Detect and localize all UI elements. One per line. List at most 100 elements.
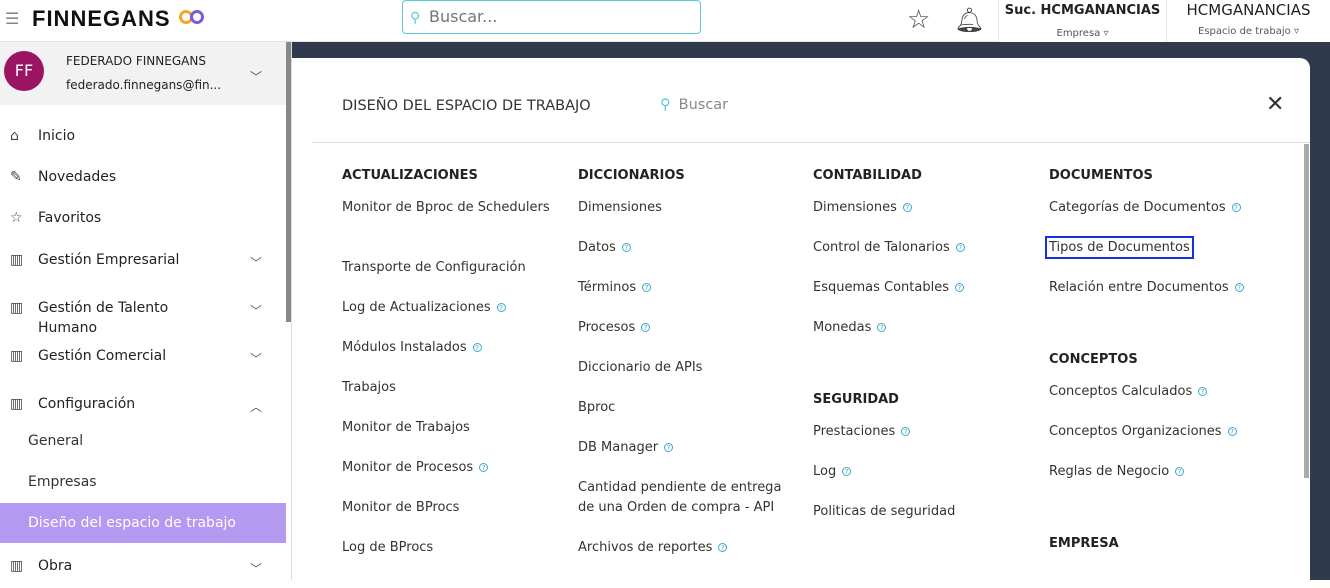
help-icon[interactable]: ? — [642, 283, 652, 292]
menu-item-categorias-de-documentos[interactable]: Categorías de Documentos? — [1049, 198, 1264, 218]
menu-icon[interactable]: ☰ — [5, 9, 19, 28]
sidebar-item-favoritos[interactable]: ☆ Favoritos — [0, 210, 286, 244]
menu-item-bproc[interactable]: Bproc — [578, 398, 793, 418]
sidebar-item-label: Gestión Comercial — [38, 348, 167, 364]
building-icon: ▥ — [10, 396, 24, 412]
search-input[interactable] — [429, 7, 689, 26]
menu-item-tipos-de-documentos[interactable]: Tipos de Documentos — [1045, 236, 1264, 259]
menu-item-archivos-de-reportes[interactable]: Archivos de reportes? — [578, 538, 793, 558]
menu-item-dimensiones[interactable]: Dimensiones — [578, 198, 793, 218]
menu-item-label: Politicas de seguridad — [813, 504, 956, 519]
sidebar-item-novedades[interactable]: ✎ Novedades — [0, 169, 286, 203]
help-icon[interactable]: ? — [641, 323, 651, 332]
building-icon: ▥ — [10, 300, 24, 316]
sidebar-subitem-empresas[interactable]: Empresas — [0, 462, 286, 502]
help-icon[interactable]: ? — [955, 243, 965, 252]
sidebar-item-inicio[interactable]: ⌂ Inicio — [0, 128, 286, 162]
help-icon[interactable]: ? — [1175, 467, 1185, 476]
menu-item-label: Términos — [578, 280, 637, 295]
menu-item-dimensiones[interactable]: Dimensiones? — [813, 198, 1028, 218]
sidebar-item-gestion-de-talento-humano[interactable]: ▥ Gestión de Talento Humano ﹀ — [0, 300, 286, 336]
menu-item-politicas-de-seguridad[interactable]: Politicas de seguridad — [813, 502, 1028, 522]
help-icon[interactable]: ? — [954, 283, 964, 292]
company-label: Empresa ▿ — [1056, 28, 1109, 39]
chevron-down-icon[interactable]: ﹀ — [250, 560, 262, 577]
sidebar-scrollbar[interactable] — [286, 42, 291, 322]
menu-item-label: Monitor de Bproc de Schedulers — [342, 200, 550, 215]
user-card[interactable]: FF FEDERADO FINNEGANS federado.finnegans… — [0, 42, 286, 105]
menu-item-reglas-de-negocio[interactable]: Reglas de Negocio? — [1049, 462, 1264, 482]
menu-item-transporte-de-configuracion[interactable]: Transporte de Configuración — [342, 258, 557, 278]
chevron-down-icon[interactable]: ﹀ — [250, 350, 262, 367]
help-icon[interactable]: ? — [718, 543, 728, 552]
menu-item-control-de-talonarios[interactable]: Control de Talonarios? — [813, 238, 1028, 258]
help-icon[interactable]: ? — [664, 443, 674, 452]
menu-item-label: Reglas de Negocio — [1049, 464, 1170, 479]
building-icon: ▥ — [10, 558, 24, 574]
help-icon[interactable]: ? — [496, 303, 506, 312]
menu-item-conceptos-calculados[interactable]: Conceptos Calculados? — [1049, 382, 1264, 402]
menu-item-monedas[interactable]: Monedas? — [813, 318, 1028, 338]
help-icon[interactable]: ? — [1231, 203, 1241, 212]
close-button[interactable]: ✕ — [1266, 92, 1284, 117]
panel-scrollbar[interactable] — [1304, 144, 1309, 478]
menu-item-datos[interactable]: Datos? — [578, 238, 793, 258]
help-icon[interactable]: ? — [842, 467, 852, 476]
menu-item-log-de-actualizaciones[interactable]: Log de Actualizaciones? — [342, 298, 557, 318]
menu-item-conceptos-organizaciones[interactable]: Conceptos Organizaciones? — [1049, 422, 1264, 442]
menu-item-procesos[interactable]: Procesos? — [578, 318, 793, 338]
menu-item-cantidad-pendiente-de-entrega-de-una-orden-de-compra-api[interactable]: Cantidad pendiente de entrega de una Ord… — [578, 478, 793, 518]
help-icon[interactable]: ? — [902, 203, 912, 212]
menu-item-monitor-de-bprocs[interactable]: Monitor de BProcs — [342, 498, 557, 518]
help-icon[interactable]: ? — [479, 463, 489, 472]
menu-item-monitor-de-bproc-de-schedulers[interactable]: Monitor de Bproc de Schedulers — [342, 198, 557, 218]
sidebar-item-gestion-empresarial[interactable]: ▥ Gestión Empresarial ﹀ — [0, 252, 286, 286]
sidebar-subitem-general[interactable]: General — [0, 421, 286, 461]
company-selector[interactable]: Suc. HCMGANANCIAS Empresa ▿ — [998, 0, 1166, 42]
global-search[interactable]: ⚲ — [402, 0, 701, 34]
main-area: DISEÑO DEL ESPACIO DE TRABAJO ⚲ Buscar ✕ … — [292, 42, 1330, 588]
group-title-empresa: EMPRESA — [1049, 536, 1119, 551]
search-icon: ⚲ — [410, 10, 421, 26]
chevron-up-icon[interactable]: ︿ — [250, 398, 262, 415]
panel-search-placeholder: Buscar — [678, 97, 729, 113]
menu-item-prestaciones[interactable]: Prestaciones? — [813, 422, 1028, 442]
menu-item-label: Categorías de Documentos — [1049, 200, 1226, 215]
menu-item-terminos[interactable]: Términos? — [578, 278, 793, 298]
menu-item-modulos-instalados[interactable]: Módulos Instalados? — [342, 338, 557, 358]
bell-icon[interactable]: 🔔︎ — [954, 3, 984, 37]
menu-item-diccionario-de-apis[interactable]: Diccionario de APIs — [578, 358, 793, 378]
menu-item-label: Conceptos Calculados — [1049, 384, 1193, 399]
sidebar-subitem-diseno-del-espacio-de-trabajo[interactable]: Diseño del espacio de trabajo — [0, 503, 286, 543]
menu-item-log-de-bprocs[interactable]: Log de BProcs — [342, 538, 557, 558]
help-icon[interactable]: ? — [1198, 387, 1208, 396]
chevron-down-icon[interactable]: ﹀ — [250, 68, 262, 85]
menu-item-esquemas-contables[interactable]: Esquemas Contables? — [813, 278, 1028, 298]
menu-item-label: Procesos — [578, 320, 636, 335]
menu-item-label: Bproc — [578, 400, 616, 415]
menu-item-trabajos[interactable]: Trabajos — [342, 378, 557, 398]
help-icon[interactable]: ? — [1234, 283, 1244, 292]
group-title-diccionarios: DICCIONARIOS — [578, 168, 685, 183]
menu-item-monitor-de-trabajos[interactable]: Monitor de Trabajos — [342, 418, 557, 438]
help-icon[interactable]: ? — [621, 243, 631, 252]
logo[interactable]: FINNEGANS — [32, 6, 171, 32]
menu-item-relacion-entre-documentos[interactable]: Relación entre Documentos? — [1049, 278, 1264, 298]
menu-item-db-manager[interactable]: DB Manager? — [578, 438, 793, 458]
help-icon[interactable]: ? — [472, 343, 482, 352]
panel-search[interactable]: ⚲ Buscar — [660, 97, 736, 113]
menu-item-label: Diccionario de APIs — [578, 360, 703, 375]
workspace-label: Espacio de trabajo ▿ — [1198, 26, 1299, 37]
menu-item-monitor-de-procesos[interactable]: Monitor de Procesos? — [342, 458, 557, 478]
sidebar: FF FEDERADO FINNEGANS federado.finnegans… — [0, 42, 292, 580]
help-icon[interactable]: ? — [877, 323, 887, 332]
group-title-contabilidad: CONTABILIDAD — [813, 168, 922, 183]
help-icon[interactable]: ? — [1227, 427, 1237, 436]
star-icon[interactable]: ☆ — [907, 3, 930, 37]
chevron-down-icon[interactable]: ﹀ — [250, 254, 262, 271]
chevron-down-icon[interactable]: ﹀ — [250, 302, 262, 319]
sidebar-item-gestion-comercial[interactable]: ▥ Gestión Comercial ﹀ — [0, 348, 286, 382]
help-icon[interactable]: ? — [901, 427, 911, 436]
menu-item-log[interactable]: Log? — [813, 462, 1028, 482]
workspace-selector[interactable]: HCMGANANCIAS Espacio de trabajo ▿ — [1166, 0, 1330, 42]
